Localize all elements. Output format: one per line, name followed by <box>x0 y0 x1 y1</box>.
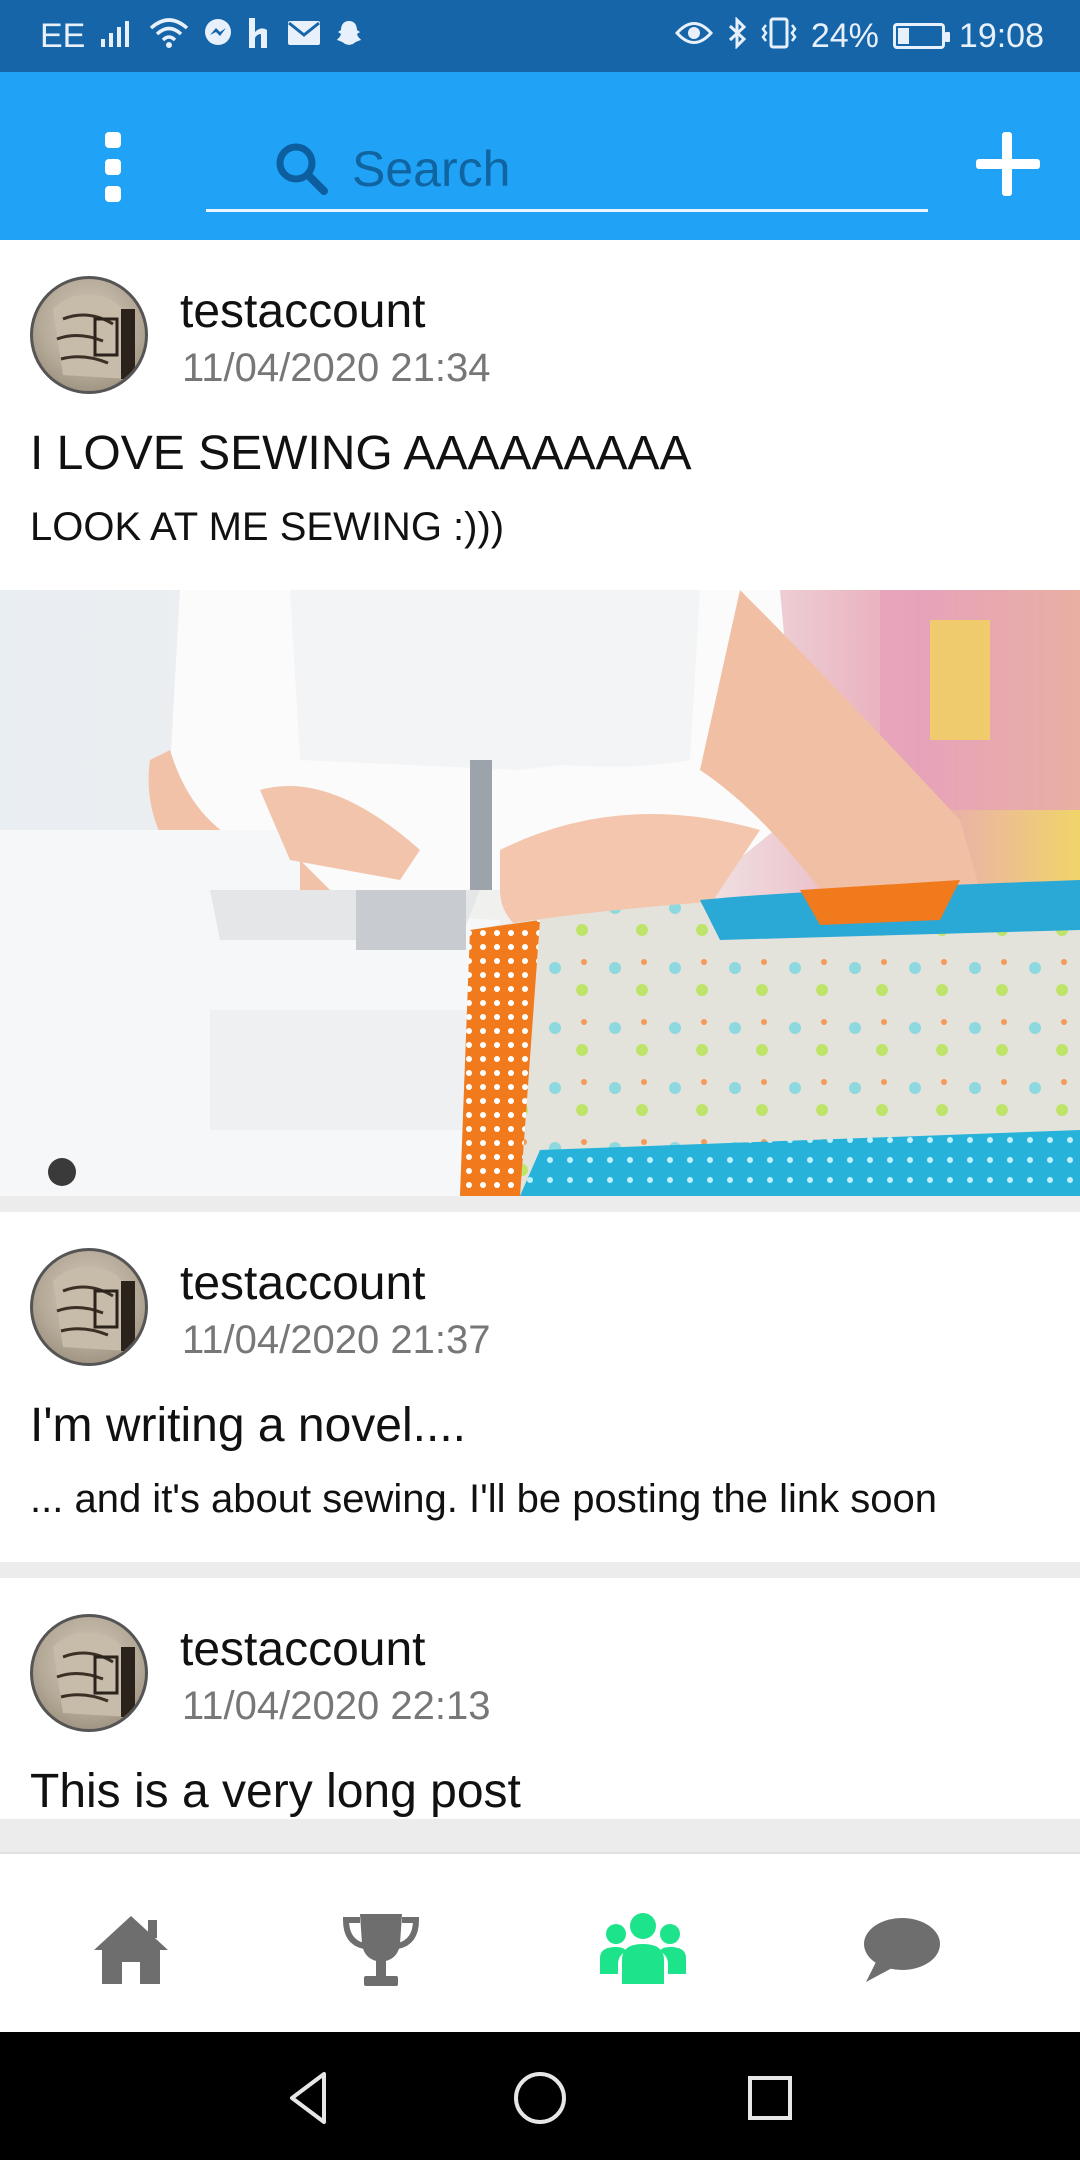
status-right: 24% 19:08 <box>674 16 1044 56</box>
status-time: 19:08 <box>958 16 1044 55</box>
more-vertical-icon[interactable] <box>96 132 130 202</box>
avatar[interactable] <box>30 1614 148 1732</box>
search-icon <box>276 143 328 195</box>
system-nav-bar <box>0 2032 1080 2160</box>
recent-apps-icon[interactable] <box>740 2068 800 2128</box>
status-bar: EE 24% 19:08 <box>0 0 1080 72</box>
username[interactable]: testaccount <box>180 284 425 339</box>
bottom-nav <box>0 1852 1080 2032</box>
post-image[interactable] <box>0 590 1080 1196</box>
post-feed[interactable]: testaccount 11/04/2020 21:34 I LOVE SEWI… <box>0 240 1080 1852</box>
post-timestamp: 11/04/2020 22:13 <box>182 1684 491 1728</box>
post-card[interactable]: testaccount 11/04/2020 22:13 This is a v… <box>0 1578 1080 1819</box>
battery-percent: 24% <box>810 16 879 55</box>
wifi-icon <box>149 18 189 54</box>
mail-icon <box>287 20 321 52</box>
post-header: testaccount 11/04/2020 21:34 <box>0 240 1080 396</box>
vibrate-icon <box>761 17 797 55</box>
post-title: I'm writing a novel.... <box>30 1399 466 1452</box>
post-header: testaccount 11/04/2020 22:13 <box>0 1578 1080 1734</box>
snapchat-icon <box>335 19 363 53</box>
search-input[interactable] <box>352 139 912 198</box>
post-card[interactable]: testaccount 11/04/2020 21:34 I LOVE SEWI… <box>0 240 1080 1196</box>
post-timestamp: 11/04/2020 21:34 <box>182 346 491 390</box>
username[interactable]: testaccount <box>180 1256 425 1311</box>
post-header: testaccount 11/04/2020 21:37 <box>0 1212 1080 1368</box>
carrier-label: EE <box>40 16 86 55</box>
post-title: This is a very long post <box>30 1765 521 1818</box>
post-body: ... and it's about sewing. I'll be posti… <box>30 1477 937 1521</box>
app-bar <box>0 72 1080 240</box>
bluetooth-icon <box>727 16 747 55</box>
avatar[interactable] <box>30 1248 148 1366</box>
home-icon[interactable] <box>86 1904 176 1994</box>
username[interactable]: testaccount <box>180 1622 425 1677</box>
messenger-icon <box>203 18 233 54</box>
post-card[interactable]: testaccount 11/04/2020 21:37 I'm writing… <box>0 1212 1080 1562</box>
groups-icon[interactable] <box>598 1904 688 1994</box>
eye-icon <box>674 20 713 52</box>
h-icon <box>247 18 273 54</box>
search-bar[interactable] <box>206 128 928 212</box>
home-circle-icon[interactable] <box>510 2068 570 2128</box>
battery-icon <box>892 23 950 49</box>
post-title: I LOVE SEWING AAAAAAAAA <box>30 427 692 480</box>
status-left: EE <box>40 17 363 56</box>
trophy-icon[interactable] <box>336 1904 426 1994</box>
add-post-button[interactable] <box>976 132 1040 196</box>
signal-icon <box>99 19 135 53</box>
post-timestamp: 11/04/2020 21:37 <box>182 1318 491 1362</box>
avatar[interactable] <box>30 276 148 394</box>
post-body: LOOK AT ME SEWING :))) <box>30 505 505 549</box>
chat-icon[interactable] <box>856 1904 946 1994</box>
back-icon[interactable] <box>280 2068 340 2128</box>
